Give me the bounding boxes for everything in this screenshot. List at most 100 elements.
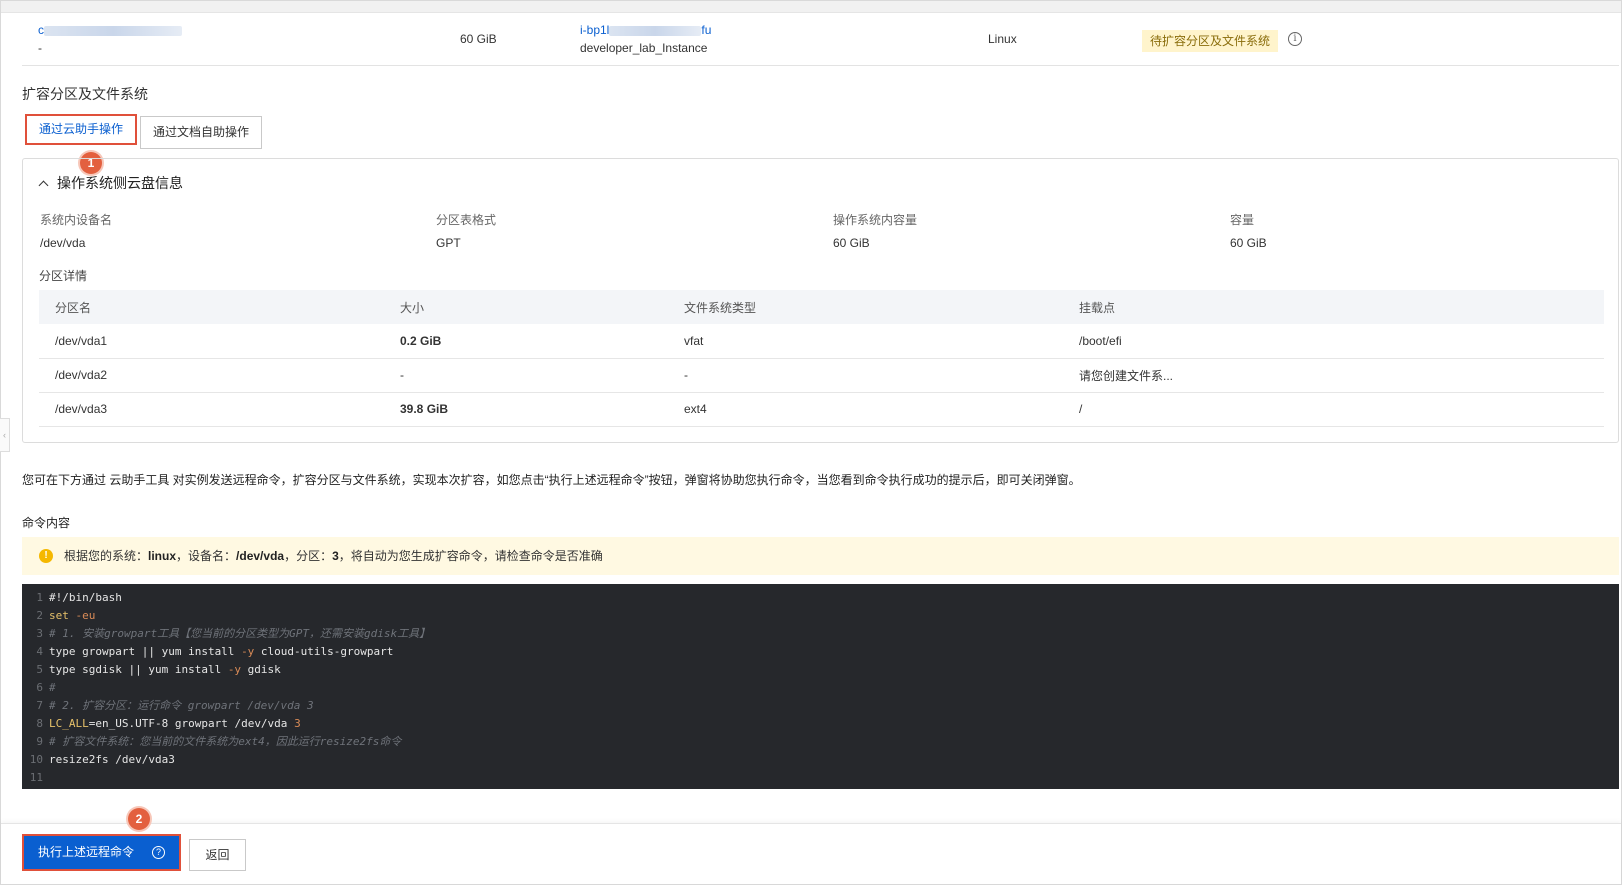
- alert-prefix: 根据您的系统：: [64, 549, 149, 563]
- chevron-up-icon[interactable]: [38, 180, 49, 191]
- line-number: 2: [36, 609, 43, 622]
- section-title: 扩容分区及文件系统: [22, 86, 148, 102]
- panel-title: 操作系统侧云盘信息: [57, 175, 183, 191]
- partition-fs: vfat: [668, 324, 1063, 359]
- alert-system: linux: [148, 549, 177, 563]
- partition-fs: -: [668, 358, 1063, 393]
- instance-id-suffix[interactable]: fu: [701, 23, 711, 37]
- alert-suffix: ，将自动为您生成扩容命令，请检查命令是否准确: [338, 549, 603, 563]
- code-text: # 扩容文件系统：您当前的文件系统为ext4，因此运行resize2fs命令: [49, 735, 402, 748]
- command-title: 命令内容: [22, 516, 71, 530]
- info-capacity: 容量 60 GiB: [1230, 211, 1267, 250]
- code-text: # 1. 安装growpart工具【您当前的分区类型为GPT，还需安装gdisk…: [49, 627, 431, 640]
- disk-id[interactable]: c: [38, 23, 182, 37]
- table-row: /dev/vda2 - - 请您创建文件系...: [39, 358, 1604, 393]
- execute-button-label: 执行上述远程命令: [38, 845, 135, 859]
- info-partition-format: 分区表格式 GPT: [436, 211, 496, 250]
- column-header: 分区名: [39, 290, 384, 324]
- warning-icon: !: [39, 549, 53, 563]
- collapse-handle[interactable]: ‹: [0, 418, 10, 452]
- info-value: 60 GiB: [833, 236, 870, 250]
- code-editor[interactable]: 1 #!/bin/bash 2 set -eu 3 # 1. 安装growpart工具【您…: [22, 584, 1619, 789]
- partition-mount: /boot/efi: [1063, 324, 1604, 359]
- line-number: 8: [36, 717, 43, 730]
- alert-device: /dev/vda: [236, 549, 285, 563]
- partition-fs: ext4: [668, 392, 1063, 427]
- code-line: 2 set -eu: [22, 607, 1619, 625]
- info-label: 容量: [1230, 213, 1255, 227]
- partition-name: /dev/vda3: [39, 392, 384, 427]
- line-number: 9: [36, 735, 43, 748]
- line-number: 1: [36, 591, 43, 604]
- line-number: 5: [36, 663, 43, 676]
- step-2-badge: 2: [128, 808, 150, 830]
- code-text: LC_ALL=en_US.UTF-8 growpart /dev/vda 3: [49, 717, 301, 730]
- disk-id-masked: [44, 25, 182, 36]
- line-number: 10: [29, 753, 43, 766]
- execute-remote-command-button[interactable]: 执行上述远程命令 ?: [22, 834, 181, 871]
- alert-mid2: ，分区：: [284, 549, 333, 563]
- disk-row: c - 60 GiB i-bp1l fu developer_lab_Instan…: [22, 13, 1619, 66]
- tab-cloud-assistant[interactable]: 通过云助手操作: [25, 114, 138, 145]
- disk-info-panel: 操作系统侧云盘信息 系统内设备名 /dev/vda 分区表格式 GPT 操作系统…: [22, 158, 1619, 443]
- partition-size: 0.2 GiB: [384, 324, 668, 359]
- disk-os: Linux: [988, 32, 1017, 46]
- code-text: set -eu: [49, 609, 96, 622]
- line-number: 6: [36, 681, 43, 694]
- info-label: 操作系统内容量: [833, 213, 918, 227]
- line-number: 7: [36, 699, 43, 712]
- instance-id-masked: [609, 25, 702, 36]
- code-line: 9 # 扩容文件系统：您当前的文件系统为ext4，因此运行resize2fs命令: [22, 733, 1619, 751]
- partition-details-title: 分区详情: [39, 269, 88, 283]
- info-value: /dev/vda: [40, 236, 86, 250]
- table-row: /dev/vda3 39.8 GiB ext4 /: [39, 392, 1604, 427]
- status-badge: 待扩容分区及文件系统: [1142, 30, 1279, 52]
- instance-id-prefix[interactable]: i-bp1l: [580, 23, 609, 37]
- partition-table: 分区名 大小 文件系统类型 挂载点 /dev/vda1 0.2 GiB vfat…: [39, 290, 1604, 427]
- code-text: #!/bin/bash: [49, 591, 122, 604]
- info-label: 系统内设备名: [40, 213, 113, 227]
- table-header-strip: [1, 1, 1621, 13]
- back-button[interactable]: 返回: [189, 839, 246, 871]
- code-line: 8 LC_ALL=en_US.UTF-8 growpart /dev/vda 3: [22, 715, 1619, 733]
- line-number: 3: [36, 627, 43, 640]
- code-text: type sgdisk || yum install -y gdisk: [49, 663, 281, 676]
- code-text: # 2. 扩容分区：运行命令 growpart /dev/vda 3: [49, 699, 314, 712]
- partition-mount: 请您创建文件系...: [1063, 358, 1604, 393]
- code-line: 10 resize2fs /dev/vda3: [22, 751, 1619, 769]
- info-label: 分区表格式: [436, 213, 497, 227]
- table-row: /dev/vda1 0.2 GiB vfat /boot/efi: [39, 324, 1604, 359]
- code-text: type growpart || yum install -y cloud-ut…: [49, 645, 394, 658]
- info-value: GPT: [436, 236, 461, 250]
- tab-doc-self-service[interactable]: 通过文档自助操作: [140, 116, 263, 149]
- partition-name: /dev/vda1: [39, 324, 384, 359]
- description-text: 您可在下方通过 云助手工具 对实例发送远程命令，扩容分区与文件系统，实现本次扩容…: [22, 473, 1081, 487]
- column-header: 挂载点: [1063, 290, 1604, 324]
- code-line: 7 # 2. 扩容分区：运行命令 growpart /dev/vda 3: [22, 697, 1619, 715]
- alert-partition: 3: [332, 549, 339, 563]
- column-header: 大小: [384, 290, 668, 324]
- instance-id[interactable]: i-bp1l fu: [580, 23, 711, 37]
- disk-size: 60 GiB: [460, 32, 497, 46]
- code-line: 1 #!/bin/bash: [22, 589, 1619, 607]
- partition-mount: /: [1063, 392, 1604, 427]
- code-line: 5 type sgdisk || yum install -y gdisk: [22, 661, 1619, 679]
- info-device: 系统内设备名 /dev/vda: [40, 211, 112, 250]
- help-icon[interactable]: ?: [152, 846, 165, 859]
- info-icon[interactable]: i: [1288, 32, 1302, 46]
- line-number: 11: [29, 771, 43, 784]
- panel-header[interactable]: 操作系统侧云盘信息: [38, 173, 183, 193]
- partition-name: /dev/vda2: [39, 358, 384, 393]
- code-text: resize2fs /dev/vda3: [49, 753, 175, 766]
- info-os-capacity: 操作系统内容量 60 GiB: [833, 211, 917, 250]
- table-header-row: 分区名 大小 文件系统类型 挂载点: [39, 290, 1604, 324]
- code-line: 11: [22, 769, 1619, 787]
- line-number: 4: [36, 645, 43, 658]
- code-line: 4 type growpart || yum install -y cloud-u…: [22, 643, 1619, 661]
- code-line: 3 # 1. 安装growpart工具【您当前的分区类型为GPT，还需安装gdis…: [22, 625, 1619, 643]
- command-alert: ! 根据您的系统：linux，设备名：/dev/vda，分区：3，将自动为您生成…: [22, 537, 1619, 575]
- partition-size: 39.8 GiB: [384, 392, 668, 427]
- info-value: 60 GiB: [1230, 236, 1267, 250]
- disk-sub: -: [38, 41, 42, 55]
- code-text: #: [49, 681, 56, 694]
